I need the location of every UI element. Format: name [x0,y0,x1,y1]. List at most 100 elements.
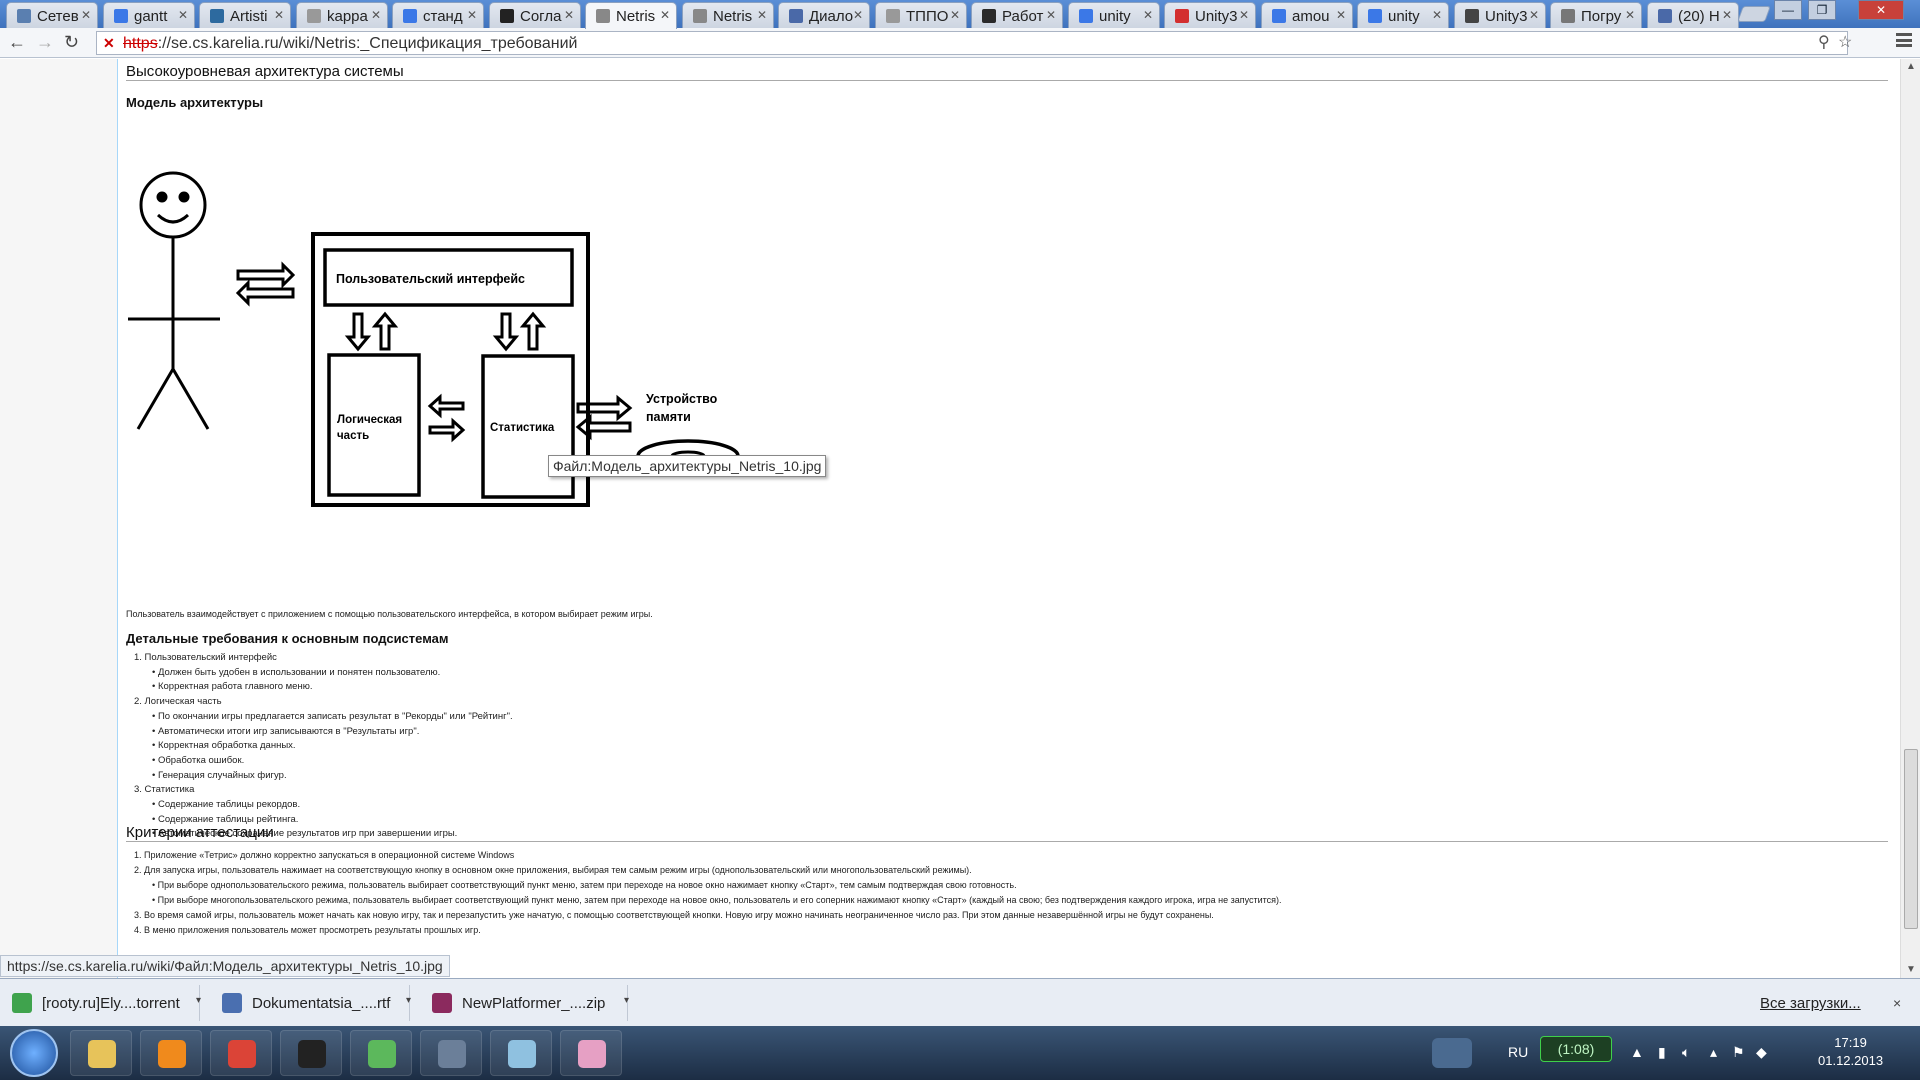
criteria-list: 1. Приложение «Тетрис» должно корректно … [134,848,1282,938]
restore-button[interactable]: ❐ [1808,0,1836,20]
new-tab-button[interactable] [1737,6,1771,22]
insecure-lock-icon: ✕ [103,35,115,51]
logic-box-label-2: часть [337,430,369,442]
browser-tab[interactable]: Согла ✕ [489,2,581,28]
tab-close-icon[interactable]: ✕ [757,8,767,22]
taskbar-app-network-tool[interactable] [420,1030,482,1076]
download-item[interactable]: [rooty.ru]Ely....torrent ▾ [0,985,201,1021]
browser-tab[interactable]: Сетев ✕ [6,2,98,28]
forward-icon[interactable]: → [36,32,54,53]
tab-close-icon[interactable]: ✕ [660,8,670,22]
reload-icon[interactable]: ↻ [64,32,79,53]
browser-tab[interactable]: Netris ✕ [682,2,774,28]
browser-tab[interactable]: станд ✕ [392,2,484,28]
download-item[interactable]: Dokumentatsia_....rtf ▾ [210,985,411,1021]
tab-label: Unity3 [1485,8,1528,25]
system-clock[interactable]: 17:19 01.12.2013 [1818,1034,1883,1070]
taskbar-app-utorrent[interactable] [350,1030,412,1076]
browser-tab[interactable]: amou ✕ [1261,2,1353,28]
list-item: 4. В меню приложения пользователь может … [134,925,481,935]
tab-favicon-icon [210,9,224,23]
tab-close-icon[interactable]: ✕ [371,8,381,22]
taskbar-app-unity[interactable] [280,1030,342,1076]
all-downloads-link[interactable]: Все загрузки... [1760,995,1861,1012]
tab-close-icon[interactable]: ✕ [1046,8,1056,22]
tab-favicon-icon [1561,9,1575,23]
language-indicator[interactable]: RU [1508,1044,1528,1060]
flag-icon[interactable]: ⚑ [1732,1044,1745,1061]
address-bar[interactable]: ✕ https://se.cs.karelia.ru/wiki/Netris:_С… [96,31,1848,55]
close-shelf-icon[interactable]: × [1893,995,1901,1011]
browser-tab[interactable]: Unity3 ✕ [1454,2,1546,28]
minimize-button[interactable]: — [1774,0,1802,20]
download-file-icon [432,993,452,1013]
taskbar-app-media-player[interactable] [140,1030,202,1076]
tab-favicon-icon [1465,9,1479,23]
download-menu-icon[interactable]: ▾ [624,995,629,1006]
tab-favicon-icon [403,9,417,23]
download-shelf: [rooty.ru]Ely....torrent ▾ Dokumentatsia_.… [0,978,1920,1026]
browser-tab[interactable]: unity ✕ [1357,2,1449,28]
browser-tab[interactable]: unity ✕ [1068,2,1160,28]
browser-tab[interactable]: ТППО ✕ [875,2,967,28]
sub-list-item: Автоматически итоги игр записываются в "… [134,725,513,740]
tab-close-icon[interactable]: ✕ [178,8,188,22]
browser-tab[interactable]: (20) Н ✕ [1647,2,1739,28]
browser-tab[interactable]: Погру ✕ [1550,2,1642,28]
battery-icon[interactable]: ▮ [1658,1044,1666,1061]
star-icon[interactable]: ☆ [1838,32,1852,52]
network-tray-icon[interactable] [1432,1038,1472,1068]
signal-icon[interactable]: ▴ [1710,1044,1717,1061]
browser-tab[interactable]: Artisti ✕ [199,2,291,28]
taskbar-app-notepad[interactable] [490,1030,552,1076]
tab-close-icon[interactable]: ✕ [81,8,91,22]
tab-favicon-icon [114,9,128,23]
tab-close-icon[interactable]: ✕ [1432,8,1442,22]
window-close-button[interactable]: ✕ [1858,0,1904,20]
vertical-scrollbar[interactable]: ▲ ▼ [1900,59,1920,978]
taskbar-app-paint[interactable] [560,1030,622,1076]
ui-stats-arrows [492,311,547,352]
tab-favicon-icon [982,9,996,23]
taskbar-app-explorer[interactable] [70,1030,132,1076]
browser-tab[interactable]: Диало ✕ [778,2,870,28]
browser-tab[interactable]: Unity3 ✕ [1164,2,1256,28]
sub-list-item: Обработка ошибок. [134,754,513,769]
tab-close-icon[interactable]: ✕ [467,8,477,22]
tray-expand-icon[interactable]: ▲ [1630,1044,1644,1060]
taskbar-app-chrome[interactable] [210,1030,272,1076]
tab-close-icon[interactable]: ✕ [950,8,960,22]
menu-icon[interactable] [1896,33,1912,47]
browser-tab[interactable]: kappa ✕ [296,2,388,28]
scroll-up-icon[interactable]: ▲ [1906,61,1916,72]
tab-close-icon[interactable]: ✕ [274,8,284,22]
wiki-left-sidebar [0,59,118,978]
volume-icon[interactable]: 🔈︎ [1682,1044,1690,1061]
scroll-thumb[interactable] [1904,749,1918,929]
browser-tab[interactable]: Работ ✕ [971,2,1063,28]
tab-close-icon[interactable]: ✕ [1143,8,1153,22]
download-menu-icon[interactable]: ▾ [406,995,411,1006]
tab-close-icon[interactable]: ✕ [564,8,574,22]
start-button[interactable] [10,1029,58,1077]
tab-close-icon[interactable]: ✕ [853,8,863,22]
tab-close-icon[interactable]: ✕ [1336,8,1346,22]
tab-close-icon[interactable]: ✕ [1722,8,1732,22]
browser-tab[interactable]: Netris ✕ [585,2,677,29]
sub-list-item: По окончании игры предлагается записать … [134,710,513,725]
back-icon[interactable]: ← [8,32,26,53]
search-icon[interactable]: ⚲ [1818,32,1830,52]
download-menu-icon[interactable]: ▾ [196,995,201,1006]
battery-timer[interactable]: (1:08) [1540,1036,1612,1062]
dropbox-icon[interactable]: ◆ [1756,1044,1767,1061]
tab-close-icon[interactable]: ✕ [1529,8,1539,22]
tab-favicon-icon [693,9,707,23]
download-item[interactable]: NewPlatformer_....zip ▾ [420,985,629,1021]
tab-close-icon[interactable]: ✕ [1625,8,1635,22]
scroll-down-icon[interactable]: ▼ [1906,964,1916,975]
url-scheme: https [123,35,158,52]
browser-tab[interactable]: gantt ✕ [103,2,195,28]
utorrent-icon [368,1040,396,1068]
tab-close-icon[interactable]: ✕ [1239,8,1249,22]
list-item: 3. Статистика [134,784,195,796]
